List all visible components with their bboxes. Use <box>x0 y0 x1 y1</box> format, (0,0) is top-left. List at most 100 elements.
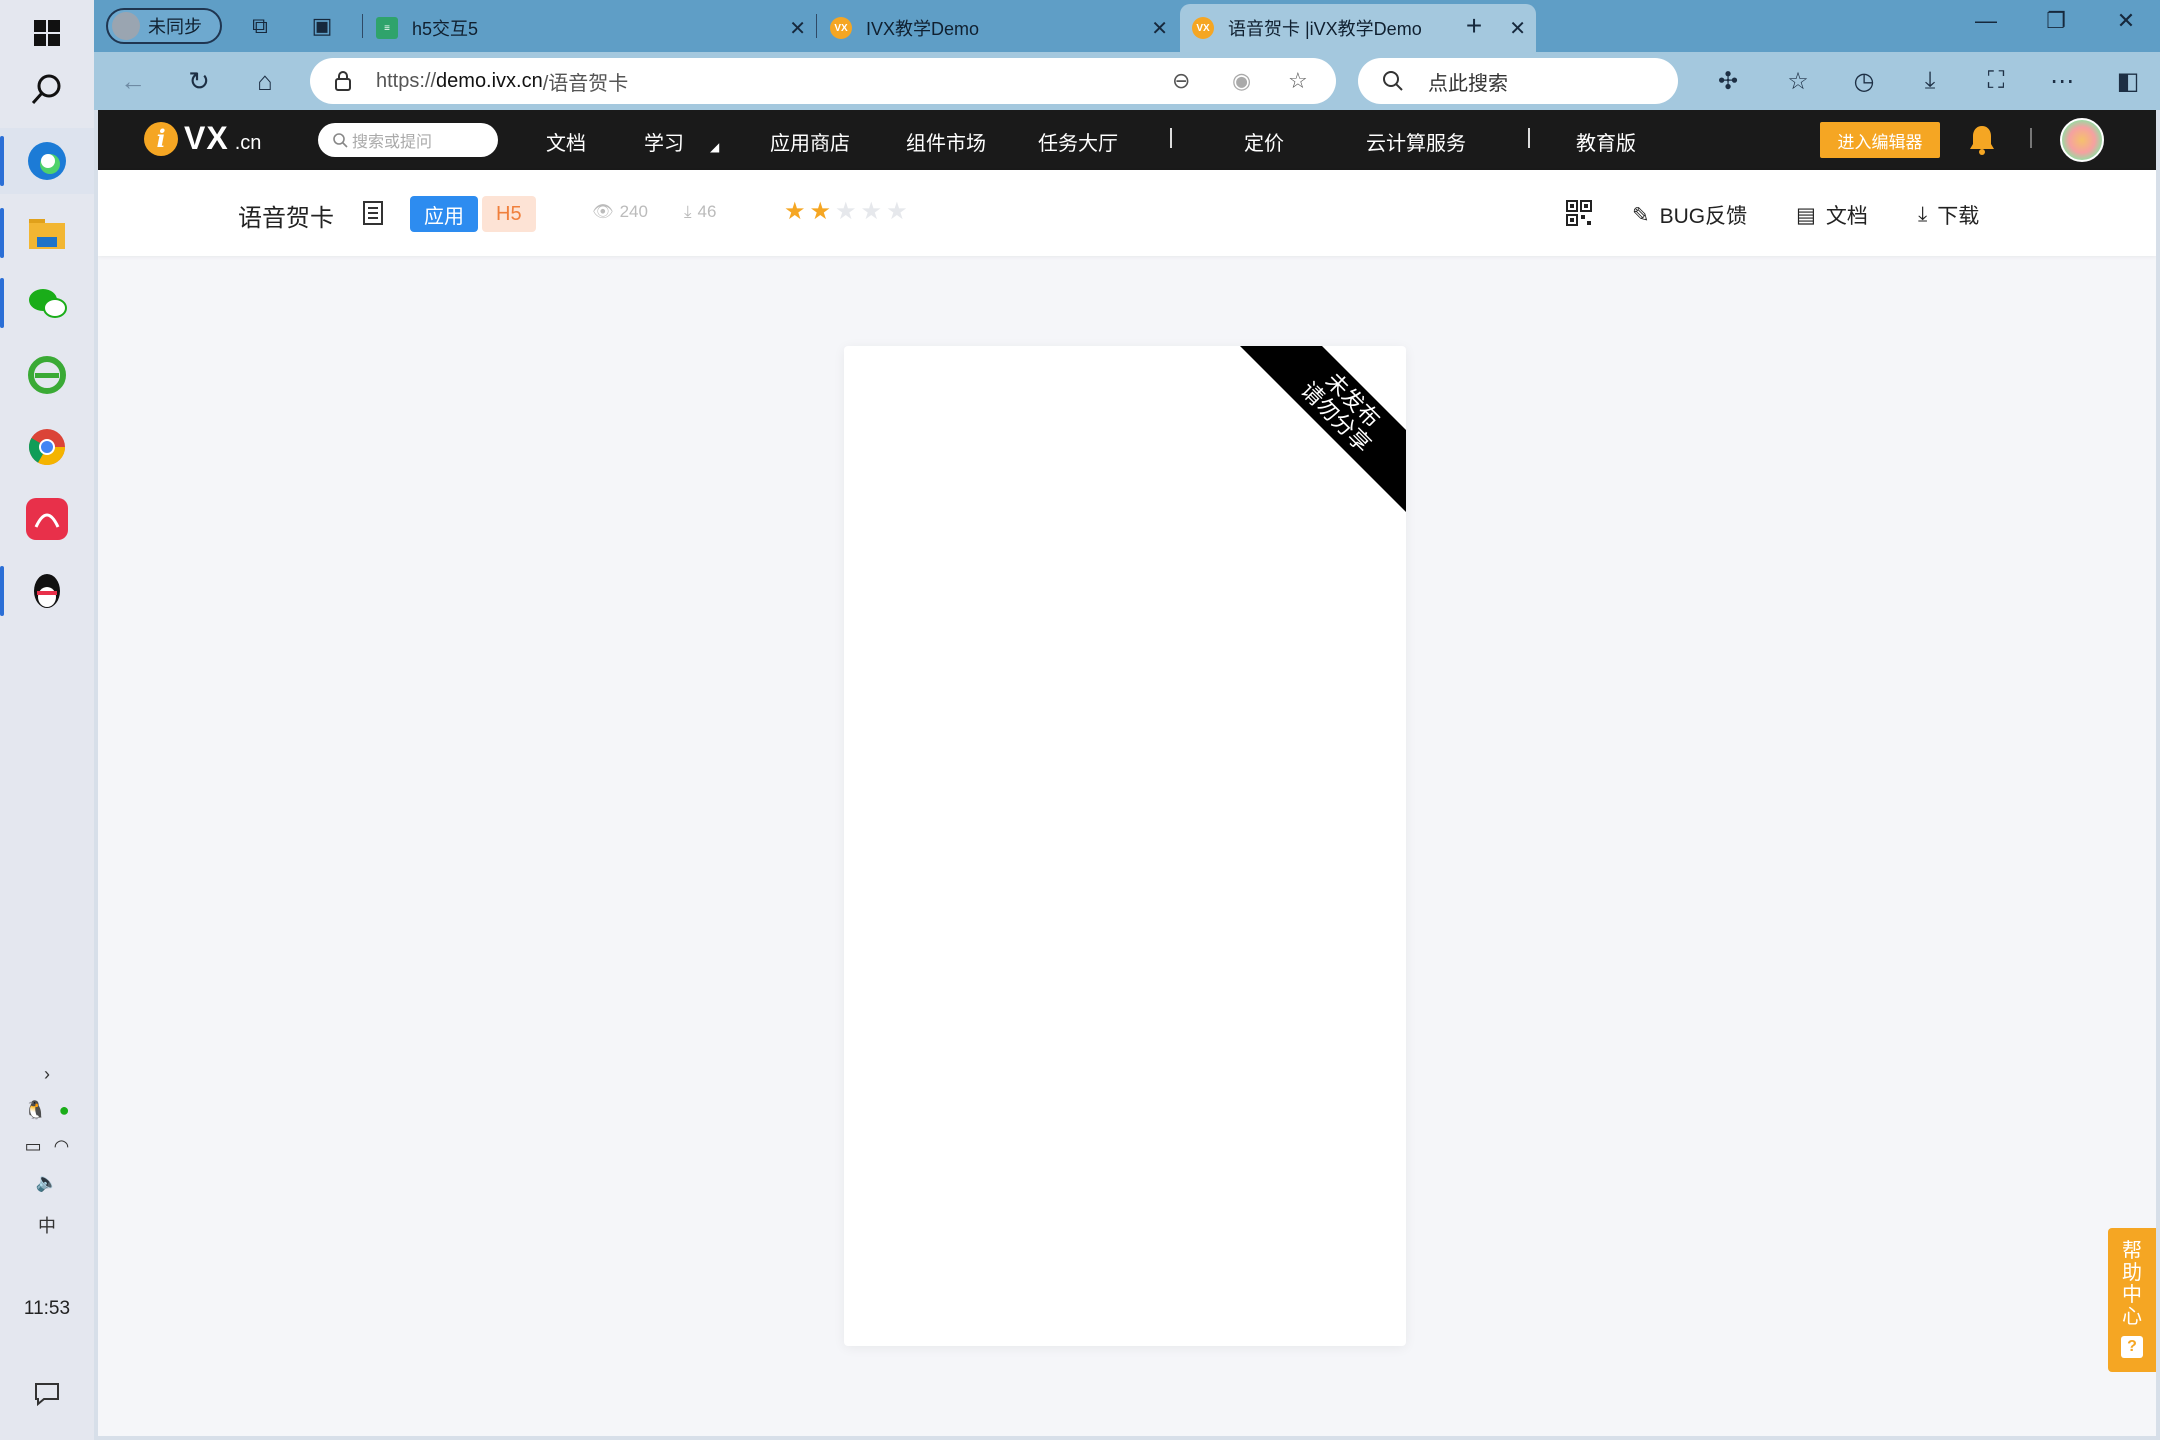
tab-h5[interactable]: ≡ h5交互5 ✕ <box>364 4 816 52</box>
tray-expand[interactable]: › <box>0 1064 94 1085</box>
battery-icon[interactable]: ▭ <box>25 1136 42 1157</box>
nav-docs[interactable]: 文档 <box>546 127 586 156</box>
edge-icon <box>28 142 66 180</box>
history-button[interactable]: ◷ <box>1846 64 1882 98</box>
collections-icon: ⧉ <box>252 13 268 38</box>
taskbar-file-explorer[interactable] <box>0 200 94 266</box>
download-button[interactable]: ⤓ 下载 <box>1918 200 1979 230</box>
profile-button[interactable]: 未同步 <box>106 8 222 44</box>
tab-actions-button[interactable]: ▣ <box>306 10 338 42</box>
search-icon <box>333 133 348 148</box>
ivx-search-input[interactable]: 搜索或提问 <box>318 123 498 157</box>
taskbar-clock[interactable]: 11:53 <box>0 1298 94 1320</box>
taskbar-qq[interactable] <box>0 558 94 624</box>
chevron-down-icon[interactable]: ◢ <box>710 140 719 154</box>
screenshot-icon: ⛶ <box>1987 67 2005 94</box>
lock-icon <box>335 71 351 91</box>
document-icon[interactable] <box>362 200 384 226</box>
wechat-icon <box>29 289 67 318</box>
ivx-logo-icon: i <box>144 121 178 156</box>
nav-education[interactable]: 教育版 <box>1576 127 1636 156</box>
taskbar-chrome[interactable] <box>0 414 94 480</box>
taskbar-wechat[interactable] <box>0 270 94 336</box>
close-tab-icon[interactable]: ✕ <box>1509 16 1526 41</box>
more-button[interactable]: ⋯ <box>2044 64 2080 98</box>
windows-taskbar: › 🐧 ● ▭ ◠ 🔈 中 11:53 <box>0 0 94 1440</box>
eye-icon: 👁 <box>592 202 614 221</box>
minimize-button[interactable]: — <box>1966 8 2006 34</box>
search-button[interactable] <box>0 56 94 122</box>
qq-icon <box>34 574 60 608</box>
close-tab-icon[interactable]: ✕ <box>1151 16 1168 41</box>
ivx-top-nav: i VX .cn 搜索或提问 文档 学习 ◢ 应用商店 组件市场 任务大厅 定价… <box>98 110 2156 170</box>
enter-editor-button[interactable]: 进入编辑器 <box>1820 122 1940 158</box>
star-icon[interactable]: ★ <box>886 200 908 224</box>
refresh-button[interactable]: ↻ <box>182 64 216 98</box>
star-icon[interactable]: ★ <box>835 200 857 224</box>
qr-code-icon <box>1566 200 1592 226</box>
extensions-button[interactable]: ✣ <box>1710 64 1746 98</box>
sidebar-toggle-button[interactable]: ◧ <box>2110 64 2146 98</box>
new-tab-button[interactable]: + <box>1458 10 1490 42</box>
wifi-icon[interactable]: ◠ <box>54 1136 70 1157</box>
folder-icon <box>29 219 65 249</box>
history-icon: ◷ <box>1853 67 1875 95</box>
collections-button[interactable]: ⧉ <box>244 10 276 42</box>
nav-cloud[interactable]: 云计算服务 <box>1366 127 1466 156</box>
qq-tray-icon[interactable]: 🐧 <box>24 1100 46 1121</box>
browser-search-field[interactable]: 点此搜索 <box>1358 58 1678 104</box>
app-preview-frame[interactable]: 未发布 请勿分享 <box>844 346 1406 1346</box>
edit-icon: ✎ <box>1632 203 1650 227</box>
zoom-out-icon[interactable]: ⊖ <box>1172 68 1190 94</box>
nav-task-hall[interactable]: 任务大厅 <box>1038 127 1118 156</box>
screenshot-button[interactable]: ⛶ <box>1978 64 2014 98</box>
url-field[interactable]: https://demo.ivx.cn/语音贺卡 ⊖ ◉ ☆ <box>310 58 1336 104</box>
wechat-tray-icon[interactable]: ● <box>59 1100 70 1121</box>
star-icon[interactable]: ★ <box>784 200 806 224</box>
download-count: ⤓ 46 <box>684 202 717 221</box>
nav-component-market[interactable]: 组件市场 <box>906 127 986 156</box>
restore-button[interactable]: ❐ <box>2036 8 2076 34</box>
nav-pricing[interactable]: 定价 <box>1244 127 1284 156</box>
download-icon: ⤓ <box>684 202 692 221</box>
bug-report-button[interactable]: ✎ BUG反馈 <box>1632 200 1747 230</box>
tab-ivx-demo[interactable]: VX IVX教学Demo ✕ <box>818 4 1178 52</box>
ime-indicator[interactable]: 中 <box>0 1212 94 1238</box>
search-icon <box>1383 71 1403 91</box>
tray-row-2: ▭ ◠ <box>0 1136 94 1157</box>
notification-button[interactable] <box>0 1382 94 1406</box>
read-aloud-icon[interactable]: ◉ <box>1232 68 1251 94</box>
favorite-star-icon[interactable]: ☆ <box>1288 68 1308 94</box>
browser-window: 未同步 ⧉ ▣ ≡ h5交互5 ✕ VX IVX教学Demo ✕ VX 语音贺卡… <box>94 0 2160 1440</box>
back-button[interactable]: ← <box>116 64 150 98</box>
help-center-button[interactable]: 帮 助 中 心 ? <box>2108 1228 2156 1372</box>
rating-stars[interactable]: ★ ★ ★ ★ ★ <box>784 200 908 224</box>
download-icon: ⤓ <box>1924 67 1936 94</box>
downloads-button[interactable]: ⤓ <box>1912 64 1948 98</box>
download-icon: ⤓ <box>1918 203 1928 226</box>
volume-icon[interactable]: 🔈 <box>36 1172 58 1193</box>
close-tab-icon[interactable]: ✕ <box>789 16 806 41</box>
close-window-button[interactable]: ✕ <box>2106 8 2146 34</box>
docs-button[interactable]: ▤ 文档 <box>1796 200 1868 230</box>
nav-app-store[interactable]: 应用商店 <box>770 127 850 156</box>
question-icon: ? <box>2121 1336 2143 1358</box>
unpublished-ribbon: 未发布 请勿分享 <box>1238 346 1406 515</box>
bell-icon[interactable] <box>1968 124 1996 156</box>
home-button[interactable]: ⌂ <box>248 64 282 98</box>
qr-code-button[interactable] <box>1566 200 1592 226</box>
taskbar-app-red[interactable] <box>0 486 94 552</box>
star-icon[interactable]: ★ <box>810 200 832 224</box>
ivx-logo[interactable]: i VX .cn <box>144 120 261 157</box>
tab-bar: 未同步 ⧉ ▣ ≡ h5交互5 ✕ VX IVX教学Demo ✕ VX 语音贺卡… <box>94 0 2160 52</box>
favorites-button[interactable]: ☆ <box>1780 64 1816 98</box>
chrome-icon <box>28 429 65 466</box>
taskbar-ie[interactable] <box>0 342 94 408</box>
plus-icon: + <box>1465 10 1483 41</box>
chevron-right-icon: › <box>44 1064 50 1084</box>
taskbar-edge[interactable] <box>0 128 94 194</box>
nav-learn[interactable]: 学习 <box>644 127 684 156</box>
page-icon: ≡ <box>376 17 398 39</box>
user-avatar[interactable] <box>2060 118 2104 162</box>
star-icon[interactable]: ★ <box>861 200 883 224</box>
